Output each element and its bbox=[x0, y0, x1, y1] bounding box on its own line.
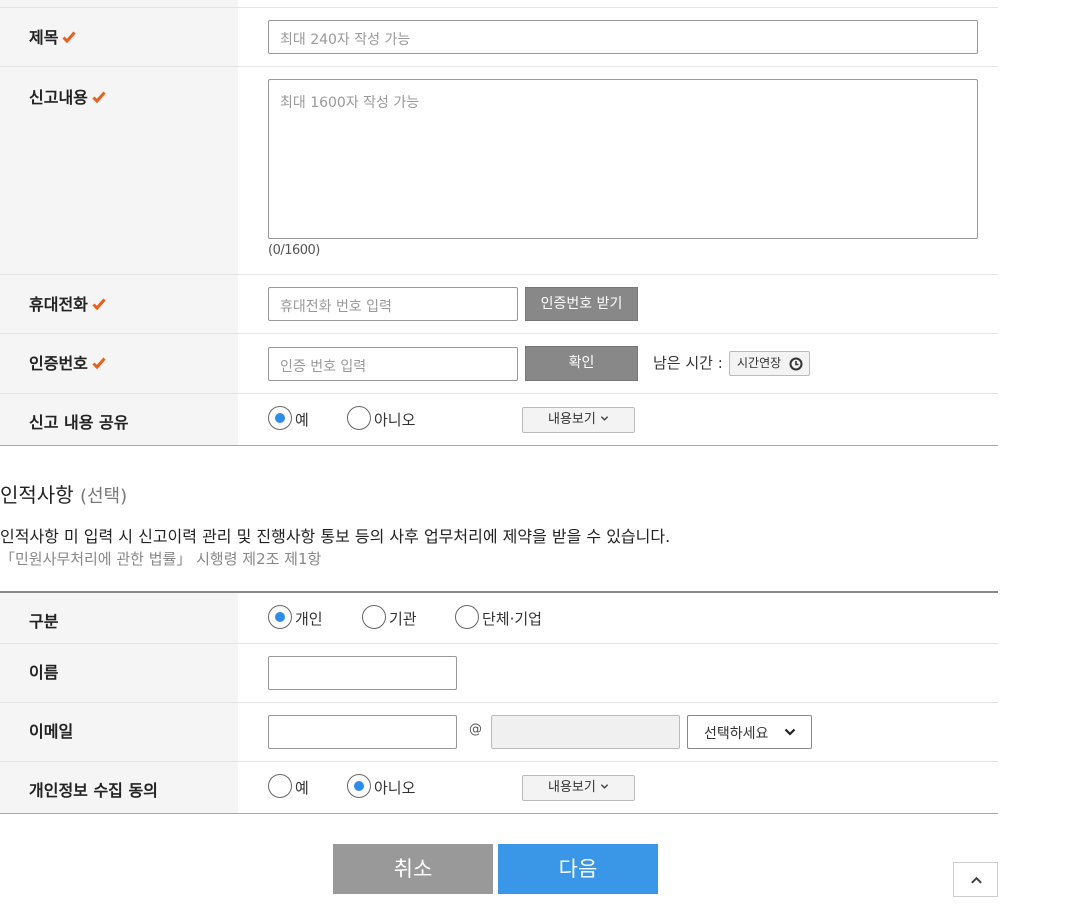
share-label: 신고 내용 공유 bbox=[29, 413, 129, 432]
code-placeholder: 인증 번호 입력 bbox=[280, 359, 367, 375]
name-input[interactable] bbox=[268, 656, 457, 690]
radio-circle bbox=[362, 605, 386, 629]
radio-circle bbox=[268, 774, 292, 798]
title-input[interactable]: 최대 240자 작성 가능 bbox=[268, 20, 978, 54]
content-label: 신고내용 bbox=[29, 88, 88, 107]
radio-dot bbox=[275, 413, 285, 423]
row-name: 이름 bbox=[0, 644, 998, 703]
radio-circle bbox=[268, 605, 292, 629]
cancel-button[interactable]: 취소 bbox=[333, 844, 493, 894]
radio-circle bbox=[347, 406, 371, 430]
email-id-input[interactable] bbox=[268, 715, 457, 749]
extend-time-label: 시간연장 bbox=[737, 356, 782, 370]
phone-placeholder: 휴대전화 번호 입력 bbox=[280, 299, 392, 315]
share-yes-label: 예 bbox=[295, 411, 309, 429]
row-code: 인증번호 인증 번호 입력 확인 남은 시간 : 시간연장 bbox=[0, 334, 998, 394]
email-domain-input[interactable] bbox=[491, 715, 680, 749]
type-group-company-label: 단체·기업 bbox=[482, 610, 542, 628]
scroll-to-top-button[interactable] bbox=[953, 862, 998, 897]
clock-icon bbox=[789, 357, 803, 371]
content-counter: (0/1600) bbox=[268, 243, 320, 258]
email-domain-select-label: 선택하세요 bbox=[704, 726, 769, 742]
row-type: 구분 개인 기관 단체·기업 bbox=[0, 593, 998, 644]
radio-dot bbox=[354, 781, 364, 791]
type-organization-label: 기관 bbox=[389, 610, 417, 628]
radio-circle bbox=[455, 605, 479, 629]
remaining-time-label: 남은 시간 : bbox=[653, 354, 723, 372]
email-at-sign: @ bbox=[469, 722, 482, 737]
share-view-content-button[interactable]: 내용보기 bbox=[522, 407, 635, 433]
confirm-button[interactable]: 확인 bbox=[525, 346, 638, 381]
required-check-icon bbox=[92, 298, 106, 311]
row-top-partial bbox=[0, 0, 998, 8]
row-content: 신고내용 최대 1600자 작성 가능 (0/1600) bbox=[0, 67, 998, 275]
phone-label: 휴대전화 bbox=[29, 295, 88, 314]
email-label: 이메일 bbox=[29, 722, 74, 741]
law-reference: 「민원사무처리에 관한 법률」 시행령 제2조 제1항 bbox=[0, 550, 322, 568]
radio-circle bbox=[347, 774, 371, 798]
section-title-text: 인적사항 bbox=[0, 483, 74, 507]
extend-time-button[interactable]: 시간연장 bbox=[729, 351, 810, 376]
row-phone: 휴대전화 휴대전화 번호 입력 인증번호 받기 bbox=[0, 275, 998, 334]
required-check-icon bbox=[92, 357, 106, 370]
title-placeholder: 최대 240자 작성 가능 bbox=[280, 32, 411, 48]
share-no-label: 아니오 bbox=[374, 411, 416, 429]
type-individual-label: 개인 bbox=[295, 610, 323, 628]
personal-section-title: 인적사항 (선택) bbox=[0, 479, 127, 508]
chevron-down-icon bbox=[784, 728, 796, 736]
email-domain-select[interactable]: 선택하세요 bbox=[687, 715, 812, 749]
content-placeholder: 최대 1600자 작성 가능 bbox=[280, 95, 420, 111]
phone-input[interactable]: 휴대전화 번호 입력 bbox=[268, 287, 518, 321]
required-check-icon bbox=[92, 91, 106, 104]
personal-notice: 인적사항 미 입력 시 신고이력 관리 및 진행사항 통보 등의 사후 업무처리… bbox=[0, 527, 671, 546]
consent-view-content-button[interactable]: 내용보기 bbox=[522, 775, 635, 801]
next-button[interactable]: 다음 bbox=[498, 844, 658, 894]
view-content-label: 내용보기 bbox=[548, 780, 596, 795]
radio-circle bbox=[268, 406, 292, 430]
consent-no-label: 아니오 bbox=[374, 779, 416, 797]
code-label: 인증번호 bbox=[29, 354, 88, 373]
section-optional: (선택) bbox=[79, 486, 128, 507]
row-consent: 개인정보 수집 동의 예 아니오 내용보기 bbox=[0, 762, 998, 814]
row-share: 신고 내용 공유 예 아니오 내용보기 bbox=[0, 394, 998, 446]
row-title: 제목 최대 240자 작성 가능 bbox=[0, 8, 998, 67]
code-input[interactable]: 인증 번호 입력 bbox=[268, 347, 518, 381]
chevron-up-icon bbox=[971, 876, 982, 884]
view-content-label: 내용보기 bbox=[548, 412, 596, 427]
consent-label: 개인정보 수집 동의 bbox=[29, 781, 158, 800]
name-label: 이름 bbox=[29, 663, 59, 682]
chevron-down-icon bbox=[600, 784, 609, 789]
radio-dot bbox=[275, 612, 285, 622]
required-check-icon bbox=[62, 31, 77, 44]
chevron-down-icon bbox=[600, 416, 609, 421]
get-code-button[interactable]: 인증번호 받기 bbox=[525, 287, 638, 321]
consent-yes-label: 예 bbox=[295, 779, 309, 797]
row-email: 이메일 @ 선택하세요 bbox=[0, 703, 998, 762]
title-label: 제목 bbox=[29, 28, 59, 47]
content-textarea[interactable]: 최대 1600자 작성 가능 bbox=[268, 79, 978, 239]
type-label: 구분 bbox=[29, 612, 59, 631]
